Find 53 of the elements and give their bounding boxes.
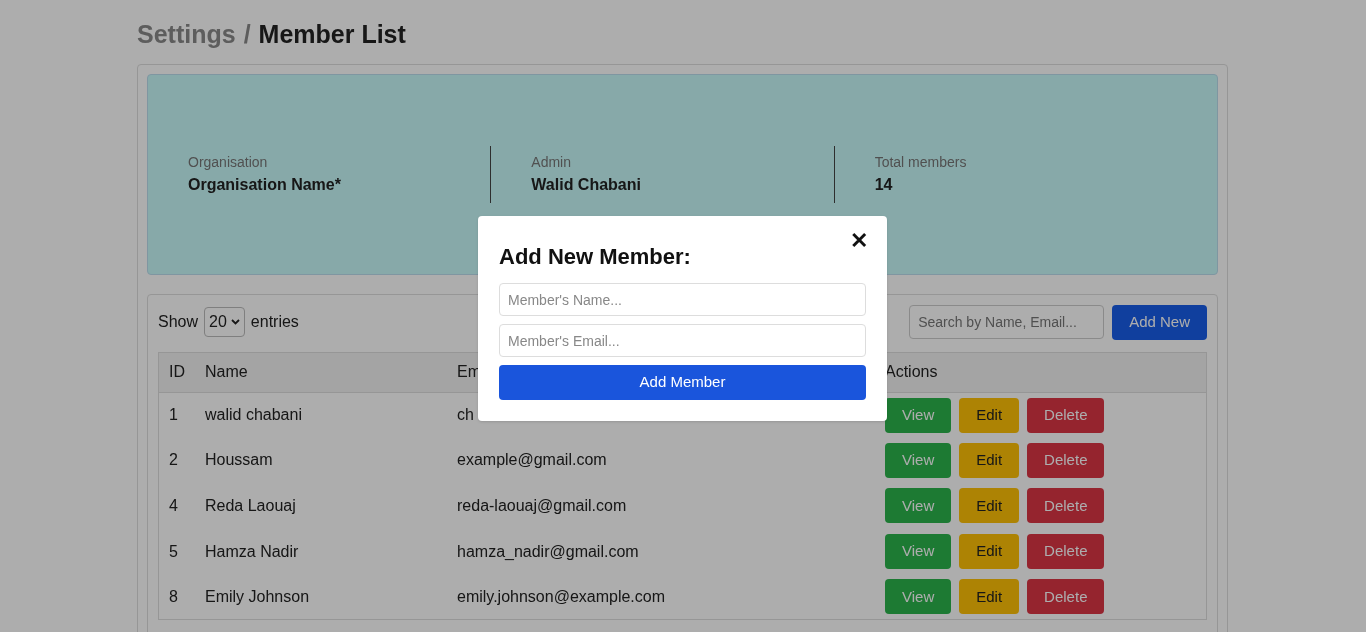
view-button[interactable]: View [885,488,952,524]
email-cell: hamza_nadir@gmail.com [457,542,639,560]
column-header: Actions [885,363,938,380]
edit-button[interactable]: Edit [959,579,1020,615]
id-cell: 5 [169,542,178,560]
id-cell: 1 [169,406,178,424]
view-button[interactable]: View [885,442,952,478]
delete-button[interactable]: Delete [1027,397,1105,433]
id-cell: 2 [169,451,178,469]
column-header: Name [205,363,248,380]
text-field[interactable]: Member's Name... [499,283,866,316]
email-cell: reda-laouaj@gmail.com [457,497,627,514]
add-new-button[interactable]: Add New [1112,304,1207,340]
summary-label: Total members [874,152,967,172]
view-button[interactable]: View [885,579,952,615]
show-label: Show [158,312,199,332]
column-header: ID [169,363,185,380]
email-cell: emily.johnson@example.com [457,587,666,605]
edit-button[interactable]: Edit [959,397,1020,433]
entries-label: entries [250,312,299,332]
email-cell: example@gmail.com [457,451,607,469]
modal-title: Add New Member: [499,243,691,271]
name-cell: Reda Laouaj [205,497,296,514]
delete-button[interactable]: Delete [1027,534,1105,570]
name-cell: Houssam [205,451,273,469]
name-cell: Emily Johnson [205,587,310,605]
page-title: Member List [258,19,406,50]
email-cell: ch [457,406,474,424]
summary-label: Admin [531,152,572,172]
summary-label: Organisation [188,152,269,172]
edit-button[interactable]: Edit [959,534,1020,570]
add-member-button[interactable]: Add Member [499,365,866,400]
edit-button[interactable]: Edit [959,488,1020,524]
search-field[interactable]: Search by Name, Email... [909,305,1105,339]
breadcrumb-separator: / [243,19,251,50]
summary-value: Walid Chabani [531,174,641,195]
text-field[interactable]: Member's Email... [499,324,866,357]
edit-button[interactable]: Edit [959,442,1020,478]
summary-value: 14 [874,174,894,195]
id-cell: 4 [169,497,178,514]
delete-button[interactable]: Delete [1027,442,1105,478]
close-button[interactable]: ✕ [850,230,868,252]
name-cell: Hamza Nadir [205,542,299,560]
breadcrumb-parent[interactable]: Settings [137,16,236,54]
chevron-down-icon [230,319,240,325]
summary-value: Organisation Name* [188,174,341,195]
delete-button[interactable]: Delete [1027,579,1105,615]
view-button[interactable]: View [885,534,952,570]
delete-button[interactable]: Delete [1027,488,1105,524]
name-cell: walid chabani [205,406,302,424]
page-size-select[interactable]: 20 [204,307,245,337]
view-button[interactable]: View [885,397,952,433]
id-cell: 8 [169,587,178,605]
